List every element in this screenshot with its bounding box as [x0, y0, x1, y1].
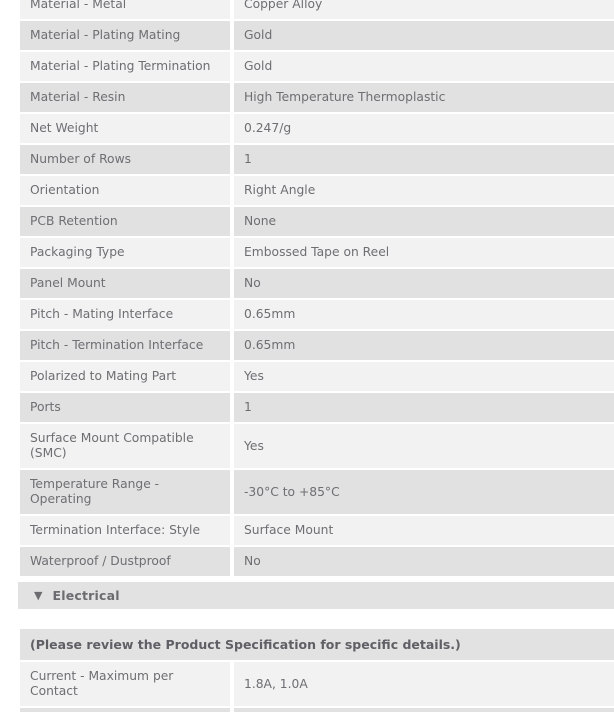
table-row: Waterproof / Dustproof No [20, 547, 614, 576]
spec-value: No [234, 547, 614, 576]
spec-value: No [234, 269, 614, 298]
spec-label: Material - Resin [20, 83, 230, 112]
spec-label-text: Surface Mount Compatible (SMC) [30, 431, 194, 460]
spec-value: 0.65mm [234, 331, 614, 360]
table-row: Termination Interface: Style Surface Moun… [20, 516, 614, 545]
spec-label: Orientation [20, 176, 230, 205]
spec-label-text: Current - Maximum per Contact [30, 669, 174, 698]
spec-label: Material - Plating Termination [20, 52, 230, 81]
table-row: Ports 1 [20, 393, 614, 422]
spec-value: Yes [234, 424, 614, 468]
spec-value: -30°C to +85°C [234, 470, 614, 514]
table-row: Orientation Right Angle [20, 176, 614, 205]
spec-label: Grounding to Panel [20, 708, 230, 712]
spec-value: Surface Mount [234, 516, 614, 545]
product-specifications-page: Material - Metal Copper Alloy Material - P… [0, 0, 614, 712]
table-row: PCB Retention None [20, 207, 614, 236]
spec-label: Net Weight [20, 114, 230, 143]
spec-value: High Temperature Thermoplastic [234, 83, 614, 112]
spec-label: Polarized to Mating Part [20, 362, 230, 391]
spec-value: 0.247/g [234, 114, 614, 143]
electrical-spec-note: (Please review the Product Specification… [20, 629, 614, 660]
spec-value: Yes [234, 362, 614, 391]
table-row: Pitch - Mating Interface 0.65mm [20, 300, 614, 329]
spec-label: Pitch - Mating Interface [20, 300, 230, 329]
spec-label: Termination Interface: Style [20, 516, 230, 545]
spec-value: 0.65mm [234, 300, 614, 329]
table-row: Packaging Type Embossed Tape on Reel [20, 238, 614, 267]
spec-label: Surface Mount Compatible (SMC) [20, 424, 230, 468]
spec-label: Waterproof / Dustproof [20, 547, 230, 576]
table-row: Grounding to Panel Yes [20, 708, 614, 712]
spec-label: Current - Maximum per Contact [20, 662, 230, 706]
spec-label: Material - Metal [20, 0, 230, 19]
spec-value: Embossed Tape on Reel [234, 238, 614, 267]
table-row: Panel Mount No [20, 269, 614, 298]
spec-value: None [234, 207, 614, 236]
spec-label: Panel Mount [20, 269, 230, 298]
spec-label: Packaging Type [20, 238, 230, 267]
spec-value: 1.8A, 1.0A [234, 662, 614, 706]
spec-value: Gold [234, 21, 614, 50]
spec-value: Copper Alloy [234, 0, 614, 19]
table-row: Surface Mount Compatible (SMC) Yes [20, 424, 614, 468]
spec-label-text: Temperature Range - Operating [30, 477, 160, 506]
table-row: Material - Resin High Temperature Thermop… [20, 83, 614, 112]
table-row: Material - Plating Termination Gold [20, 52, 614, 81]
table-row: Material - Plating Mating Gold [20, 21, 614, 50]
spec-label: Ports [20, 393, 230, 422]
spec-value: Gold [234, 52, 614, 81]
spec-table-physical: Material - Metal Copper Alloy Material - P… [20, 0, 614, 576]
spec-value: 1 [234, 145, 614, 174]
section-header-electrical[interactable]: ▼ Electrical [18, 582, 614, 609]
spec-value: Right Angle [234, 176, 614, 205]
spec-value: 1 [234, 393, 614, 422]
spec-label: Pitch - Termination Interface [20, 331, 230, 360]
section-title-electrical: Electrical [52, 588, 120, 603]
table-row: Polarized to Mating Part Yes [20, 362, 614, 391]
table-row: Pitch - Termination Interface 0.65mm [20, 331, 614, 360]
spec-value: Yes [234, 708, 614, 712]
table-row: Current - Maximum per Contact 1.8A, 1.0A [20, 662, 614, 706]
table-row: Material - Metal Copper Alloy [20, 0, 614, 19]
table-row: Number of Rows 1 [20, 145, 614, 174]
table-row: Net Weight 0.247/g [20, 114, 614, 143]
spec-label: Number of Rows [20, 145, 230, 174]
spec-label: Temperature Range - Operating [20, 470, 230, 514]
spec-label: Material - Plating Mating [20, 21, 230, 50]
spec-label: PCB Retention [20, 207, 230, 236]
spec-table-electrical: Current - Maximum perContact 1.8A, 1.0A Gr… [20, 662, 614, 712]
table-row: Temperature Range - Operating -30°C to +85… [20, 470, 614, 514]
collapse-triangle-down-icon[interactable]: ▼ [34, 590, 42, 601]
